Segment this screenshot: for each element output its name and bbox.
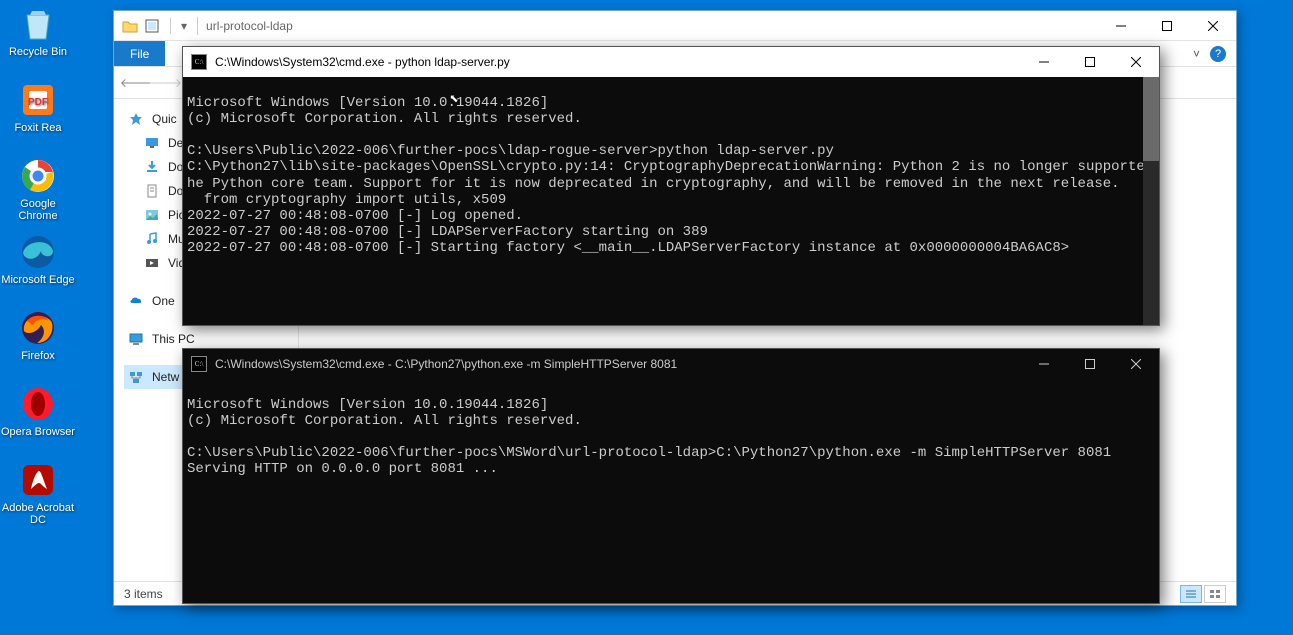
explorer-titlebar[interactable]: ▾ url-protocol-ldap bbox=[114, 11, 1236, 41]
minimize-button[interactable] bbox=[1098, 11, 1144, 41]
desktop-icon-label: Firefox bbox=[21, 350, 55, 362]
desktop-icon-label: Microsoft Edge bbox=[1, 274, 74, 286]
firefox-icon bbox=[18, 308, 58, 348]
folder-icon bbox=[122, 18, 138, 34]
nav-back-button[interactable]: 🡐 bbox=[124, 71, 148, 95]
open-folder-icon[interactable] bbox=[144, 18, 160, 34]
term-line: Microsoft Windows [Version 10.0.19044.18… bbox=[187, 397, 1111, 477]
music-folder-icon bbox=[144, 231, 160, 247]
ribbon-expand-icon[interactable]: ˅ bbox=[1193, 47, 1200, 61]
nav-forward-button[interactable]: 🡒 bbox=[154, 71, 178, 95]
maximize-button[interactable] bbox=[1144, 11, 1190, 41]
opera-browser-icon bbox=[18, 384, 58, 424]
desktop-icon-edge[interactable]: Microsoft Edge bbox=[0, 232, 76, 308]
videos-folder-icon bbox=[144, 255, 160, 271]
network-icon bbox=[128, 369, 144, 385]
desktop-icon-recycle-bin[interactable]: Recycle Bin bbox=[0, 4, 76, 80]
file-tab[interactable]: File bbox=[114, 41, 165, 66]
desktop-icon-label: Opera Browser bbox=[1, 426, 75, 438]
cmd-title-text: C:\Windows\System32\cmd.exe - python lda… bbox=[215, 55, 510, 69]
documents-folder-icon bbox=[144, 183, 160, 199]
desktop-icon-label: Google Chrome bbox=[0, 198, 76, 222]
window-title: url-protocol-ldap bbox=[206, 19, 293, 33]
cmd-title-text: C:\Windows\System32\cmd.exe - C:\Python2… bbox=[215, 357, 677, 371]
term-line: Microsoft Windows [Version 10.0.19044.18… bbox=[187, 95, 1159, 256]
scrollbar-thumb[interactable] bbox=[1143, 77, 1159, 161]
desktop-icon-firefox[interactable]: Firefox bbox=[0, 308, 76, 384]
view-details-button[interactable] bbox=[1180, 585, 1202, 603]
pictures-folder-icon bbox=[144, 207, 160, 223]
cmd-titlebar[interactable]: C:\Windows\System32\cmd.exe - python lda… bbox=[183, 47, 1159, 77]
help-icon[interactable]: ? bbox=[1210, 46, 1226, 62]
minimize-button[interactable] bbox=[1021, 47, 1067, 77]
desktop-icon-label: Foxit Rea bbox=[14, 122, 61, 134]
sidebar-item-label: Netw bbox=[152, 370, 179, 384]
minimize-button[interactable] bbox=[1021, 349, 1067, 379]
cmd-titlebar[interactable]: C:\Windows\System32\cmd.exe - C:\Python2… bbox=[183, 349, 1159, 379]
maximize-button[interactable] bbox=[1067, 349, 1113, 379]
view-large-icons-button[interactable] bbox=[1204, 585, 1226, 603]
sidebar-item-label: One bbox=[152, 294, 175, 308]
desktop-icon-acrobat[interactable]: Adobe Acrobat DC bbox=[0, 460, 76, 536]
cmd-window-http: C:\Windows\System32\cmd.exe - C:\Python2… bbox=[182, 348, 1160, 604]
qat-dropdown-icon[interactable]: ▾ bbox=[181, 19, 187, 33]
close-button[interactable] bbox=[1113, 349, 1159, 379]
maximize-button[interactable] bbox=[1067, 47, 1113, 77]
svg-text:PDF: PDF bbox=[28, 97, 48, 108]
sidebar-item-label: This PC bbox=[152, 332, 195, 346]
downloads-folder-icon bbox=[144, 159, 160, 175]
cmd-icon bbox=[191, 54, 207, 70]
status-item-count: 3 items bbox=[124, 587, 163, 601]
quick-access-icon bbox=[128, 111, 144, 127]
microsoft-edge-icon bbox=[18, 232, 58, 272]
cmd-window-ldap: C:\Windows\System32\cmd.exe - python lda… bbox=[182, 46, 1160, 326]
this-pc-icon bbox=[128, 331, 144, 347]
sidebar-item-label: Quic bbox=[152, 112, 177, 126]
adobe-acrobat-icon bbox=[18, 460, 58, 500]
desktop-icon-label: Adobe Acrobat DC bbox=[0, 502, 76, 526]
desktop-folder-icon bbox=[144, 135, 160, 151]
close-button[interactable] bbox=[1113, 47, 1159, 77]
cmd-icon bbox=[191, 356, 207, 372]
desktop-icon-opera[interactable]: Opera Browser bbox=[0, 384, 76, 460]
desktop-icon-chrome[interactable]: Google Chrome bbox=[0, 156, 76, 232]
foxit-reader-icon: PDF bbox=[18, 80, 58, 120]
desktop-icons: Recycle Bin PDF Foxit Rea Google Chrome … bbox=[0, 0, 80, 536]
google-chrome-icon bbox=[18, 156, 58, 196]
close-button[interactable] bbox=[1190, 11, 1236, 41]
desktop-icon-foxit[interactable]: PDF Foxit Rea bbox=[0, 80, 76, 156]
recycle-bin-icon bbox=[18, 4, 58, 44]
desktop-icon-label: Recycle Bin bbox=[9, 46, 67, 58]
onedrive-icon bbox=[128, 293, 144, 309]
cmd-output[interactable]: Microsoft Windows [Version 10.0.19044.18… bbox=[183, 379, 1159, 603]
cmd-output[interactable]: Microsoft Windows [Version 10.0.19044.18… bbox=[183, 77, 1159, 325]
